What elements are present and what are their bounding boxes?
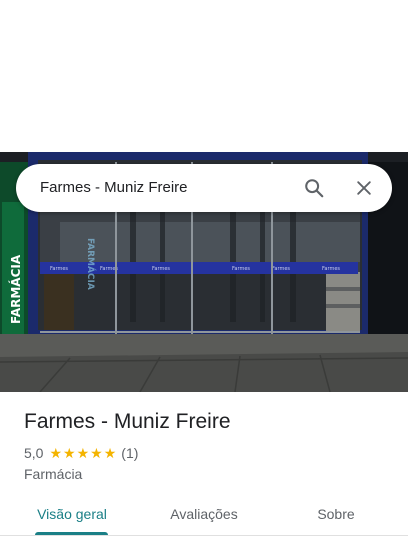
window-brand-1: Farmes bbox=[50, 266, 68, 272]
search-icon[interactable] bbox=[298, 172, 330, 204]
star-icon: ★ bbox=[103, 445, 117, 461]
search-bar[interactable]: Farmes - Muniz Freire bbox=[16, 164, 392, 212]
reflected-sign-text: FARMÁCIA bbox=[85, 238, 97, 290]
rating-row[interactable]: 5,0 ★ ★ ★ ★ ★ (1) bbox=[24, 445, 138, 461]
place-tabs: Visão geral Avaliações Sobre bbox=[0, 494, 408, 535]
star-icon: ★ bbox=[76, 445, 90, 461]
tab-divider bbox=[0, 535, 408, 536]
star-rating: ★ ★ ★ ★ ★ bbox=[49, 446, 116, 460]
place-title: Farmes - Muniz Freire bbox=[24, 410, 231, 433]
tab-about[interactable]: Sobre bbox=[296, 494, 376, 534]
window-brand-5: Farmes bbox=[272, 266, 290, 272]
star-icon: ★ bbox=[63, 445, 76, 461]
rating-value: 5,0 bbox=[24, 445, 44, 461]
window-brand-4: Farmes bbox=[232, 266, 250, 272]
search-query-text[interactable]: Farmes - Muniz Freire bbox=[40, 179, 188, 196]
tab-reviews[interactable]: Avaliações bbox=[158, 494, 250, 534]
place-category[interactable]: Farmácia bbox=[24, 466, 82, 482]
window-brand-6: Farmes bbox=[322, 266, 340, 272]
star-icon: ★ bbox=[90, 445, 103, 461]
window-brand-3: Farmes bbox=[152, 266, 170, 272]
close-icon[interactable] bbox=[348, 172, 380, 204]
review-count[interactable]: (1) bbox=[121, 445, 138, 461]
pharmacy-sign-text: FARMÁCIA bbox=[8, 254, 23, 324]
tab-overview[interactable]: Visão geral bbox=[26, 494, 118, 534]
map-blank-area bbox=[0, 0, 408, 152]
star-icon: ★ bbox=[49, 445, 63, 461]
